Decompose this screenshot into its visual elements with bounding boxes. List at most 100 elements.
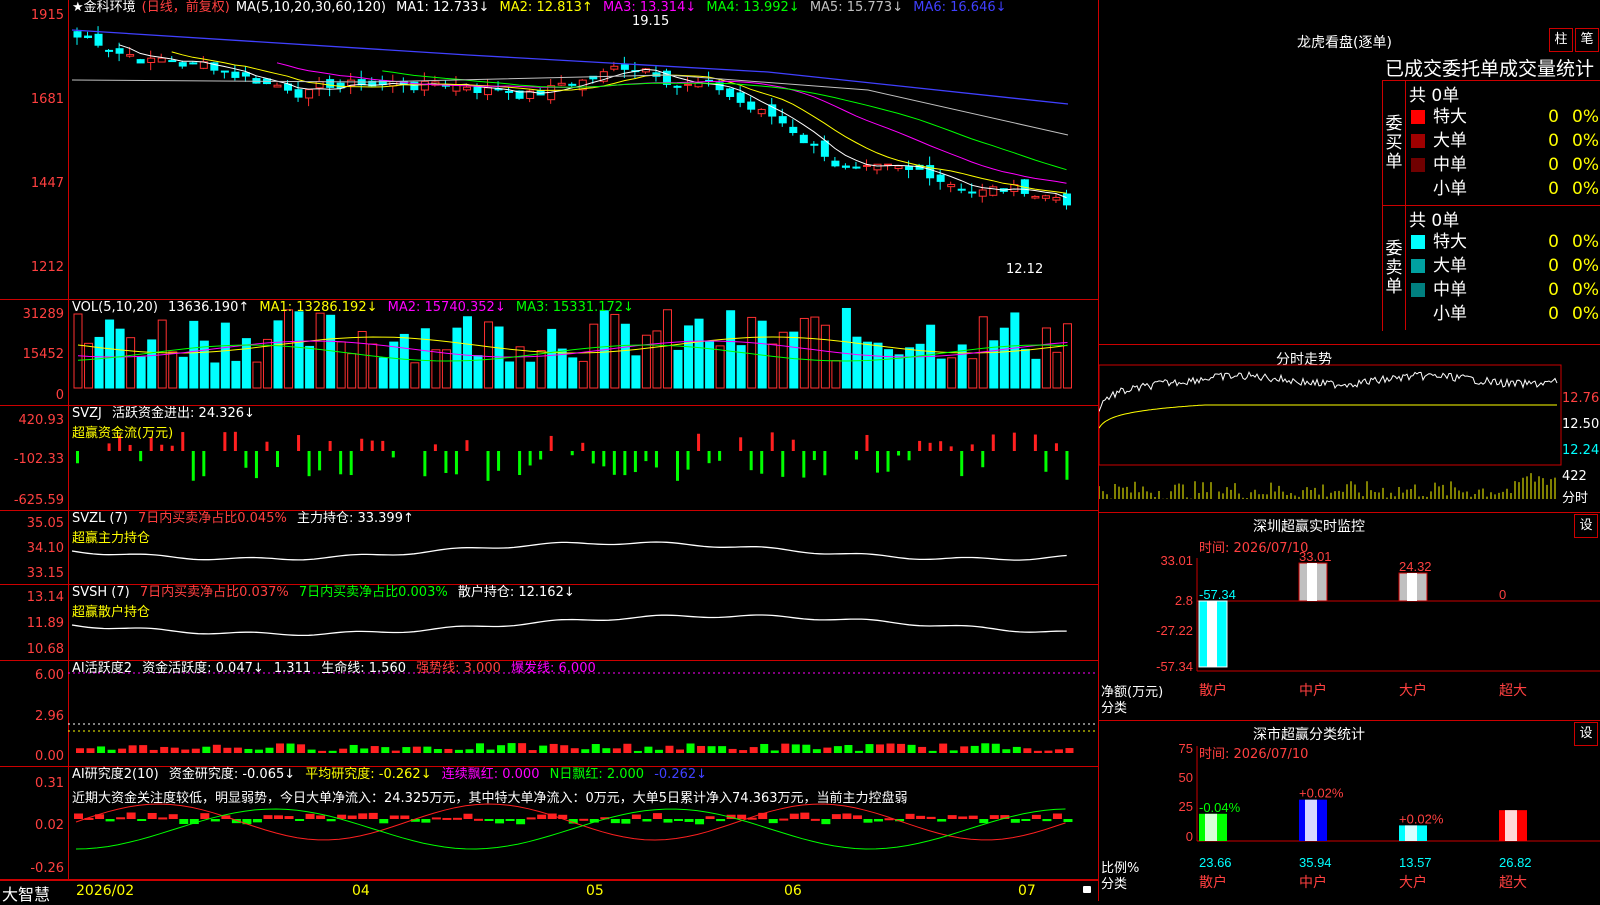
research-bar xyxy=(126,812,136,819)
stock-name[interactable]: ★金科环境 xyxy=(72,0,136,15)
longhu-panel[interactable]: 龙虎看盘(逐单) 柱 笔 已成交委托单成交量统计 委买单 共 0单 特大 0 0% … xyxy=(1098,0,1600,344)
svzj-panel[interactable]: 420.93 -102.33 -625.59 SVZJ 活跃资金进出: 24.3… xyxy=(0,406,1098,511)
research-bar xyxy=(516,819,526,825)
svsh-panel[interactable]: 13.14 11.89 10.68 SVSH (7) 7日内买卖净占比0.037… xyxy=(0,585,1098,661)
sz-class-chart[interactable]: 75 50 25 0 23.66 -0.04% 散户 35.94 +0.02% 中户 13.57 +0… xyxy=(1099,721,1600,901)
svzl-panel[interactable]: 35.05 34.10 33.15 SVZL (7) 7日内买卖净占比0.045… xyxy=(0,511,1098,585)
flow-bar xyxy=(749,451,753,471)
volume-bar xyxy=(305,345,315,389)
flow-bar xyxy=(391,451,395,458)
candle-body xyxy=(957,188,966,191)
longhu-tabs[interactable]: 已成交委托单成交量统计 xyxy=(1385,54,1594,81)
row-pct: 0% xyxy=(1572,304,1599,324)
volume-bar xyxy=(841,307,851,389)
svsh-y-label: 10.68 xyxy=(26,642,64,657)
activity-bar xyxy=(444,748,453,753)
sz-monitor-chart[interactable]: 33.01 2.8 -27.22 -57.34 -57.34 散户 33.01 中户 24.32… xyxy=(1099,513,1600,720)
flow-bar xyxy=(549,435,553,451)
intraday-chart[interactable] xyxy=(1099,345,1600,512)
volume-bar xyxy=(662,309,672,389)
ai-activity-panel[interactable]: 6.00 2.96 0.00 AI活跃度2 资金活跃度: 0.047↓ 1.31… xyxy=(0,661,1098,767)
svzj-y-label: -102.33 xyxy=(13,452,64,467)
volume-bar xyxy=(1020,348,1030,389)
ma-params: MA(5,10,20,30,60,120) xyxy=(235,0,386,15)
svsh-y-axis: 13.14 11.89 10.68 xyxy=(0,585,69,660)
column-mode-button[interactable]: 柱 xyxy=(1549,28,1573,52)
sell-row: 中单 0 0% xyxy=(1407,278,1600,302)
activity-bar xyxy=(644,746,653,753)
volume-bar xyxy=(789,331,799,389)
candle-body xyxy=(178,62,187,67)
buy-label: 委买单 xyxy=(1385,114,1403,172)
sz-class-panel[interactable]: 深市超赢分类统计 设 时间: 2026/07/10 75 50 25 0 23.66 -0… xyxy=(1098,720,1600,901)
research-bar xyxy=(768,819,778,824)
flow-bar xyxy=(928,442,932,451)
volume-bar xyxy=(399,333,409,389)
sz-class-xlabel: 分类 xyxy=(1101,877,1128,892)
ai-activity-item4: 强势线: 3.000 xyxy=(416,661,501,676)
flow-bar xyxy=(381,440,385,451)
color-swatch xyxy=(1411,307,1425,321)
kline-panel[interactable]: 1915 1681 1447 1212 ★金科环境 (日线，前复权) MA(5,10… xyxy=(0,0,1098,300)
period-label[interactable]: (日线，前复权) xyxy=(142,0,230,15)
research-line xyxy=(75,803,1066,841)
flow-bar xyxy=(802,451,806,478)
activity-bar xyxy=(76,748,84,753)
flow-bar xyxy=(465,440,469,451)
sz-monitor-panel[interactable]: 深圳超赢实时监控 设 时间: 2026/07/10 33.01 2.8 -27.22… xyxy=(1098,512,1600,720)
research-bar xyxy=(810,818,820,821)
activity-bar xyxy=(1023,748,1032,753)
lock-icon[interactable] xyxy=(1083,886,1091,893)
intraday-panel[interactable]: 分时走势 12.76 12.50 12.24 422 分时 xyxy=(1098,344,1600,512)
activity-bar xyxy=(539,745,548,753)
research-bar xyxy=(947,815,957,819)
research-bar xyxy=(579,818,589,821)
ai-research-title: AI研究度2(10) xyxy=(72,767,159,782)
activity-bar xyxy=(1054,749,1063,753)
volume-bar xyxy=(494,326,504,389)
volume-panel[interactable]: 31289 15452 0 VOL(5,10,20) 13636.190↑ MA… xyxy=(0,300,1098,406)
candle-body xyxy=(884,163,893,166)
activity-bar xyxy=(707,746,716,753)
candle-body xyxy=(231,71,240,78)
activity-bar xyxy=(518,743,527,753)
ai-research-item4: N日飘红: 2.000 xyxy=(549,767,645,782)
candle-body xyxy=(747,101,756,110)
volume-bar xyxy=(347,353,357,389)
research-bar xyxy=(831,814,841,819)
monitor-category: 超大 xyxy=(1499,682,1527,698)
volume-y-label: 15452 xyxy=(22,347,64,362)
brand-label[interactable]: 大智慧 xyxy=(2,881,50,905)
row-name: 特大 xyxy=(1433,107,1467,127)
research-bar xyxy=(358,813,368,819)
x-label: 05 xyxy=(586,883,604,899)
research-bar xyxy=(379,819,389,824)
flow-bar xyxy=(718,451,722,461)
svsh-y-label: 11.89 xyxy=(26,616,64,631)
volume-bar xyxy=(694,318,704,389)
tick-mode-button[interactable]: 笔 xyxy=(1575,28,1599,52)
candle-body xyxy=(189,62,198,65)
buy-row: 特大 0 0% xyxy=(1407,105,1600,129)
ai-research-panel[interactable]: 0.31 0.02 -0.26 AI研究度2(10) 资金研究度: -0.065… xyxy=(0,767,1098,880)
activity-bar xyxy=(939,743,948,753)
activity-bar xyxy=(139,745,148,753)
sell-label: 委卖单 xyxy=(1385,239,1403,297)
candle-body xyxy=(873,163,882,171)
research-bar xyxy=(989,815,999,819)
monitor-category: 散户 xyxy=(1199,682,1227,698)
ma3-value: MA3: 13.314↓ xyxy=(602,0,697,15)
row-name: 小单 xyxy=(1433,179,1467,199)
candle-body xyxy=(905,166,914,170)
ai-research-chart[interactable] xyxy=(68,767,1098,879)
activity-bar xyxy=(560,745,569,753)
price-line xyxy=(1099,370,1558,412)
candle-body xyxy=(1052,196,1061,201)
kline-y-label: 1212 xyxy=(30,260,64,275)
row-count: 0 xyxy=(1548,131,1559,151)
flow-bar xyxy=(823,451,827,476)
volume-y-label: 31289 xyxy=(22,307,64,322)
class-bar-highlight xyxy=(1405,825,1417,841)
candlestick-chart[interactable] xyxy=(68,0,1098,299)
row-pct: 0% xyxy=(1572,256,1599,276)
